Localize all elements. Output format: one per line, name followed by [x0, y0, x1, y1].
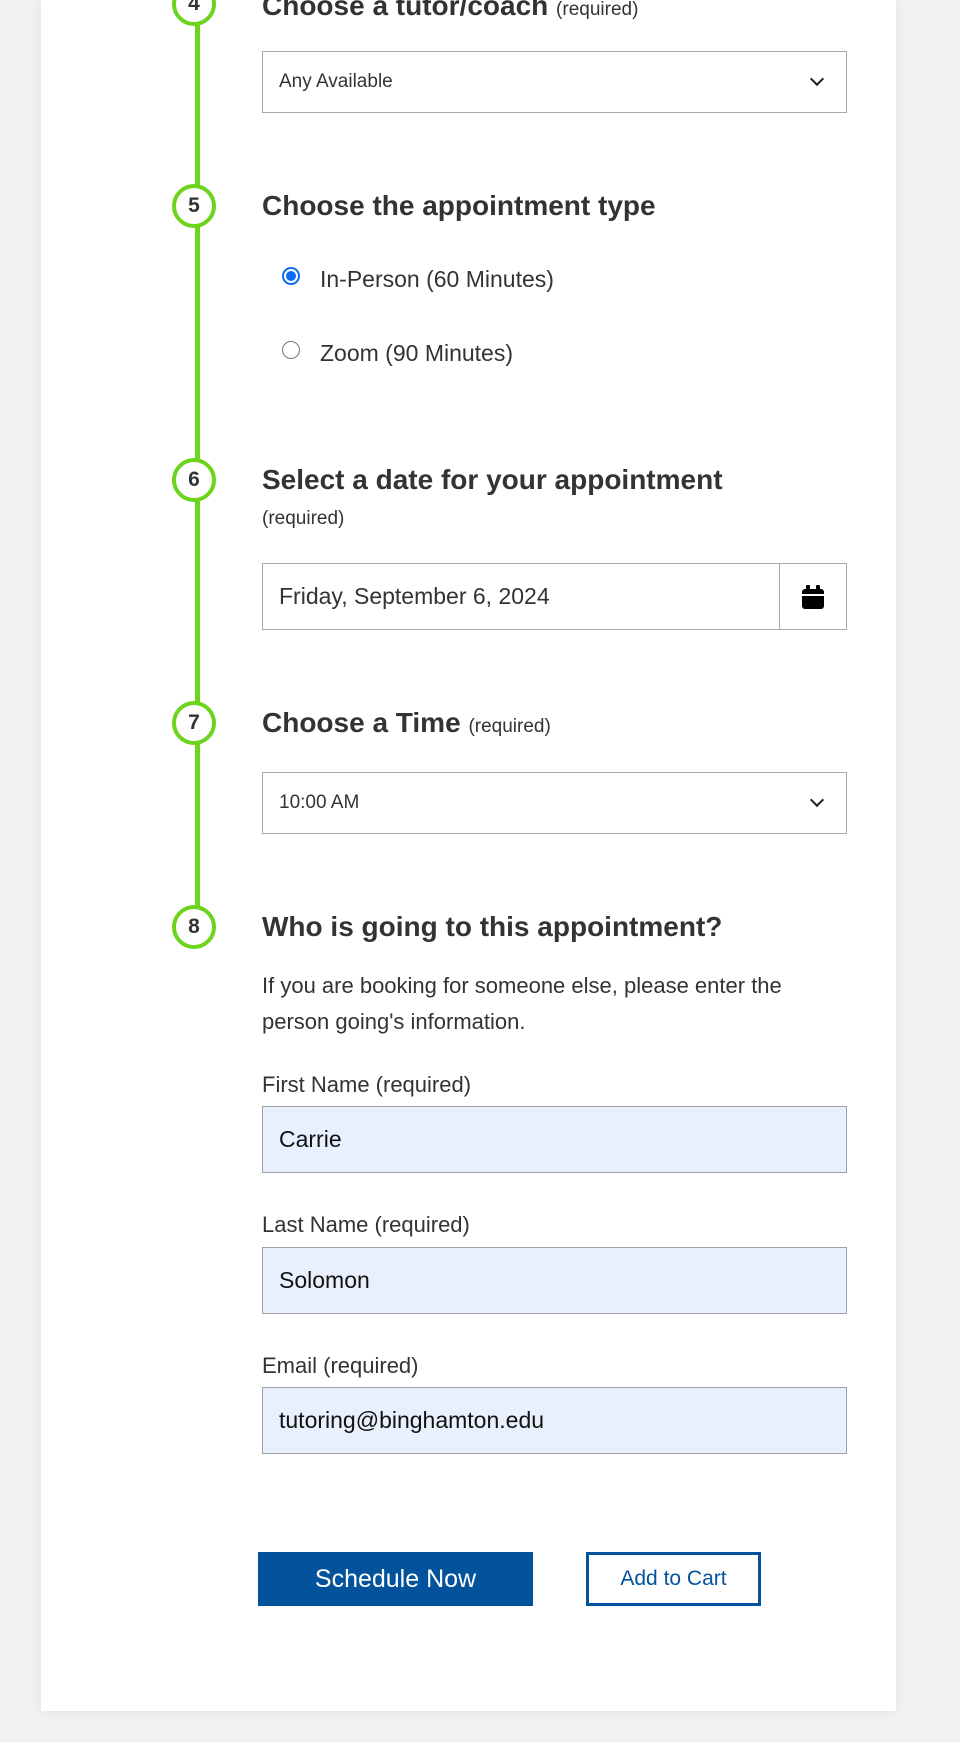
tutor-select[interactable]: Any Available — [262, 51, 847, 113]
last-name-input[interactable]: Solomon — [262, 1247, 847, 1314]
calendar-icon — [802, 584, 824, 609]
step-number: 5 — [188, 194, 200, 217]
step-progress-line — [195, 0, 200, 910]
last-name-label: Last Name (required) — [262, 1212, 470, 1237]
required-note: (required) — [556, 0, 639, 20]
radio-in-person[interactable]: In-Person (60 Minutes) — [282, 266, 554, 293]
step-5-heading: Choose the appointment type — [262, 190, 656, 222]
required-note: (required) — [468, 716, 551, 737]
step-7-badge: 7 — [172, 701, 216, 745]
radio-button-checked[interactable] — [282, 266, 300, 285]
first-name-label: First Name (required) — [262, 1072, 472, 1097]
radio-label: Zoom (90 Minutes) — [320, 340, 514, 366]
time-select-value: 10:00 AM — [279, 792, 360, 813]
step-number: 6 — [188, 468, 200, 491]
heading-text: Choose the appointment type — [262, 190, 656, 221]
radio-label: In-Person (60 Minutes) — [320, 266, 554, 292]
radio-zoom[interactable]: Zoom (90 Minutes) — [282, 340, 513, 367]
date-picker[interactable]: Friday, September 6, 2024 — [262, 563, 847, 630]
step-number: 8 — [188, 915, 200, 938]
chevron-down-icon — [809, 71, 825, 87]
step-number: 7 — [188, 711, 200, 734]
step-6-heading: Select a date for your appointment — [262, 464, 723, 496]
add-to-cart-button[interactable]: Add to Cart — [586, 1552, 761, 1606]
booking-form-card: 4 Choose a tutor/coach (required) Any Av… — [41, 0, 896, 1711]
step-4-badge: 4 — [172, 0, 216, 26]
step-4-heading: Choose a tutor/coach (required) — [262, 0, 638, 22]
required-note: (required) — [262, 508, 345, 529]
step-8-badge: 8 — [172, 905, 216, 949]
radio-button[interactable] — [282, 340, 300, 359]
tutor-select-value: Any Available — [279, 71, 393, 92]
step-5-badge: 5 — [172, 184, 216, 228]
step-number: 4 — [188, 0, 200, 15]
date-input[interactable]: Friday, September 6, 2024 — [263, 564, 780, 629]
chevron-down-icon — [809, 792, 825, 808]
heading-text: Choose a Time — [262, 707, 461, 738]
heading-text: Who is going to this appointment? — [262, 911, 723, 942]
attendee-description: If you are booking for someone else, ple… — [262, 973, 782, 1034]
time-select[interactable]: 10:00 AM — [262, 772, 847, 834]
email-input[interactable]: tutoring@binghamton.edu — [262, 1387, 847, 1454]
schedule-now-button[interactable]: Schedule Now — [258, 1552, 533, 1606]
email-label: Email (required) — [262, 1353, 419, 1378]
step-6-badge: 6 — [172, 458, 216, 502]
first-name-input[interactable]: Carrie — [262, 1106, 847, 1173]
step-7-heading: Choose a Time (required) — [262, 707, 551, 739]
open-calendar-button[interactable] — [780, 564, 846, 629]
heading-text: Choose a tutor/coach — [262, 0, 549, 21]
heading-text: Select a date for your appointment — [262, 464, 723, 495]
step-8-heading: Who is going to this appointment? — [262, 911, 722, 943]
